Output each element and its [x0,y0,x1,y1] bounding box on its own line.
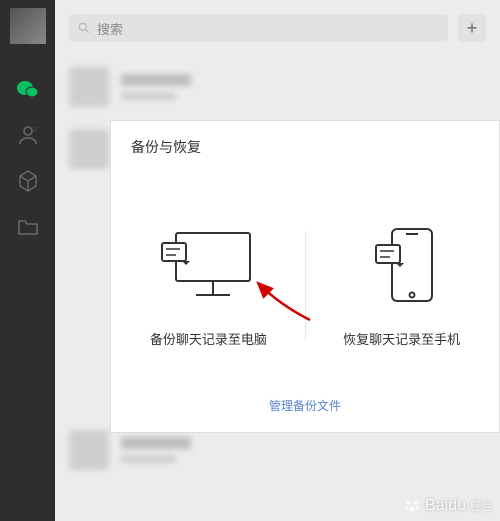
search-input[interactable]: 搜索 [69,14,448,42]
chat-avatar [69,430,109,470]
search-placeholder: 搜索 [97,19,123,38]
manage-backup-link[interactable]: 管理备份文件 [111,381,499,432]
main-area: 搜索 + 备份与恢复 [55,0,500,521]
backup-to-pc-label: 备份聊天记录至电脑 [150,329,267,348]
phone-icon [362,225,442,305]
modal-options: 备份聊天记录至电脑 [111,173,499,381]
favorites-icon[interactable] [15,168,41,194]
chat-avatar [69,129,109,169]
chat-avatar [69,67,109,107]
new-chat-button[interactable]: + [458,14,486,42]
chat-icon[interactable] [15,76,41,102]
backup-restore-modal: 备份与恢复 备份聊天记录至电脑 [110,120,500,433]
files-icon[interactable] [15,214,41,240]
restore-to-phone-option[interactable]: 恢复聊天记录至手机 [343,225,460,348]
divider [305,231,306,341]
modal-title: 备份与恢复 [111,121,499,173]
avatar[interactable] [10,8,46,44]
sidebar [0,0,55,521]
backup-to-pc-option[interactable]: 备份聊天记录至电脑 [150,225,267,348]
monitor-icon [158,225,258,305]
arrow-annotation [250,275,320,325]
topbar: 搜索 + [55,0,500,56]
chat-row[interactable] [55,56,500,118]
search-icon [77,21,91,35]
contacts-icon[interactable] [15,122,41,148]
paw-icon [403,497,421,515]
watermark: Baidu 经验 [403,497,492,515]
restore-to-phone-label: 恢复聊天记录至手机 [343,329,460,348]
